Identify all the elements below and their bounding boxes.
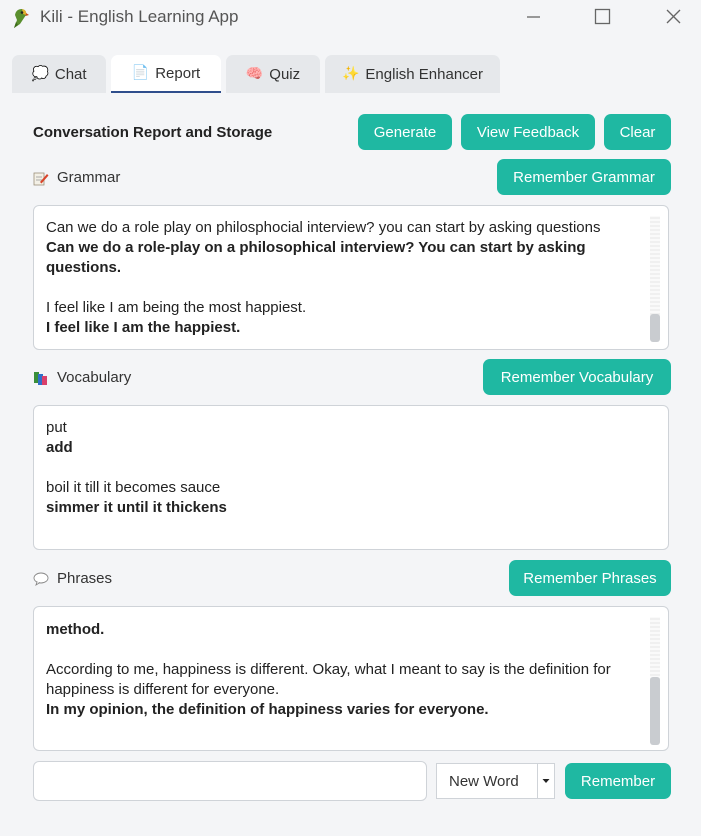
- sparkles-icon: ✨: [341, 66, 360, 82]
- phrases-blank: [46, 640, 640, 660]
- remember-grammar-button[interactable]: Remember Grammar: [497, 159, 671, 195]
- clear-button[interactable]: Clear: [604, 114, 671, 150]
- phrases-original-2b: happiness is different for everyone.: [46, 681, 280, 698]
- page-icon: 📄: [131, 65, 150, 81]
- phrases-textarea[interactable]: method. According to me, happiness is di…: [33, 606, 669, 751]
- vocabulary-original-1: put: [46, 419, 67, 436]
- grammar-corrected-1: Can we do a role-play on a philosophical…: [46, 239, 590, 276]
- scroll-thumb[interactable]: [650, 314, 660, 342]
- speech-bubble-icon: [33, 572, 49, 586]
- grammar-original-1: Can we do a role play on philosphocial i…: [46, 219, 601, 236]
- tab-label: Chat: [54, 65, 87, 83]
- grammar-blank: [46, 278, 640, 298]
- dropdown-arrow-icon[interactable]: [537, 764, 554, 798]
- scroll-thumb[interactable]: [650, 677, 660, 745]
- phrases-scrollbar[interactable]: [650, 617, 660, 745]
- tab-label: Quiz: [269, 65, 301, 83]
- close-icon[interactable]: [650, 0, 696, 34]
- remember-button[interactable]: Remember: [565, 763, 671, 799]
- window-title: Kili - English Learning App: [40, 7, 239, 26]
- books-icon: [34, 371, 47, 385]
- vocabulary-corrected-2: simmer it until it thickens: [46, 499, 227, 516]
- generate-button[interactable]: Generate: [358, 114, 452, 150]
- grammar-corrected-2: I feel like I am the happiest.: [46, 319, 241, 336]
- select-value: New Word: [449, 773, 519, 790]
- phrases-corrected-2: In my opinion, the definition of happine…: [46, 701, 489, 718]
- thought-bubble-icon: 💭: [31, 66, 49, 82]
- page-title: Conversation Report and Storage: [33, 124, 273, 141]
- view-feedback-button[interactable]: View Feedback: [461, 114, 595, 150]
- grammar-textarea[interactable]: Can we do a role play on philosphocial i…: [33, 205, 669, 350]
- grammar-scrollbar[interactable]: [650, 216, 660, 342]
- grammar-original-2: I feel like I am being the most happiest…: [46, 299, 307, 316]
- tab-label: Report: [155, 64, 201, 82]
- new-word-input[interactable]: [33, 761, 427, 801]
- vocabulary-blank: [46, 458, 640, 478]
- parrot-app-icon: [14, 9, 29, 28]
- remember-phrases-button[interactable]: Remember Phrases: [509, 560, 671, 596]
- tab-english-enhancer[interactable]: ✨ English Enhancer: [325, 55, 500, 93]
- minimize-icon[interactable]: [510, 0, 556, 34]
- remember-vocabulary-button[interactable]: Remember Vocabulary: [483, 359, 671, 395]
- memo-pencil-icon: [33, 172, 49, 185]
- tab-chat[interactable]: 💭 Chat: [12, 55, 106, 93]
- phrases-corrected-1: method.: [46, 621, 105, 638]
- brain-icon: 🧠: [245, 66, 264, 82]
- tab-report[interactable]: 📄 Report: [111, 55, 221, 93]
- tab-quiz[interactable]: 🧠 Quiz: [226, 55, 320, 93]
- vocabulary-label: Vocabulary: [33, 369, 131, 386]
- vocabulary-original-2: boil it till it becomes sauce: [46, 479, 221, 496]
- word-type-select[interactable]: New Word: [436, 763, 555, 799]
- maximize-icon[interactable]: [579, 0, 625, 34]
- title-bar: Kili - English Learning App: [0, 0, 701, 38]
- vocabulary-textarea[interactable]: put add boil it till it becomes sauce si…: [33, 405, 669, 550]
- vocabulary-corrected-1: add: [46, 439, 73, 456]
- phrases-label: Phrases: [33, 570, 112, 587]
- tab-label: English Enhancer: [365, 65, 483, 83]
- phrases-original-2a: According to me, happiness is different.…: [46, 661, 611, 678]
- grammar-label: Grammar: [33, 169, 120, 186]
